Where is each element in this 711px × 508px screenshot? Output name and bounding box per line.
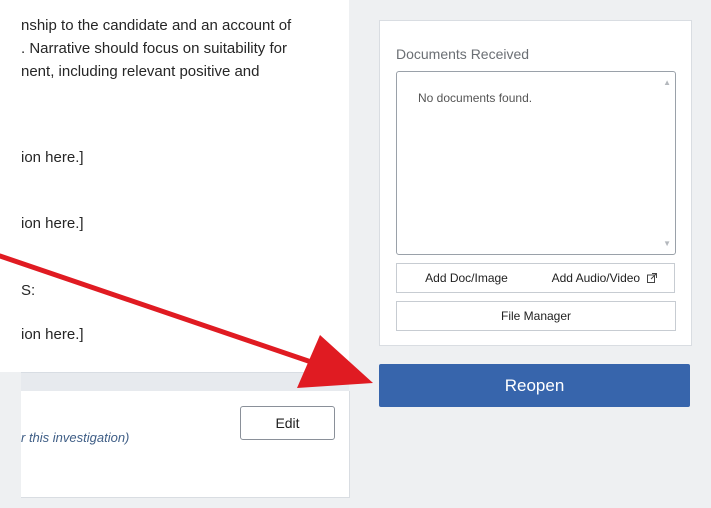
narrative-line-1: nship to the candidate and an account of — [21, 17, 292, 34]
placeholder-text-3: ion here.] — [21, 326, 84, 343]
documents-panel: Documents Received No documents found. ▲… — [379, 20, 692, 346]
section-divider-bar — [21, 372, 349, 392]
placeholder-text-1: ion here.] — [21, 149, 84, 166]
section-heading-fragment: S: — [21, 282, 36, 299]
external-link-icon — [647, 273, 658, 283]
no-documents-message: No documents found. — [418, 91, 533, 105]
narrative-line-3: nent, including relevant positive and — [21, 63, 260, 80]
file-manager-button[interactable]: File Manager — [396, 301, 676, 331]
edit-button[interactable]: Edit — [240, 406, 335, 440]
investigation-card: Edit r this investigation) — [21, 391, 350, 498]
narrative-line-2: . Narrative should focus on suitability … — [21, 40, 287, 57]
placeholder-text-2: ion here.] — [21, 215, 84, 232]
scroll-down-icon[interactable]: ▼ — [663, 239, 671, 248]
add-doc-image-label: Add Doc/Image — [425, 271, 508, 285]
documents-scrollbar[interactable]: ▲ ▼ — [660, 72, 675, 254]
reopen-button[interactable]: Reopen — [379, 364, 690, 407]
add-doc-image-button[interactable]: Add Doc/Image — [396, 263, 537, 293]
add-audio-video-label: Add Audio/Video — [551, 271, 641, 285]
narrative-panel: nship to the candidate and an account of… — [0, 0, 349, 372]
documents-received-label: Documents Received — [396, 46, 530, 62]
documents-list[interactable]: No documents found. ▲ ▼ — [396, 71, 676, 255]
narrative-paragraph: nship to the candidate and an account of… — [21, 14, 320, 83]
file-manager-label: File Manager — [500, 309, 572, 323]
investigation-note: r this investigation) — [21, 430, 130, 445]
scroll-up-icon[interactable]: ▲ — [663, 78, 671, 87]
add-audio-video-button[interactable]: Add Audio/Video — [535, 263, 675, 293]
